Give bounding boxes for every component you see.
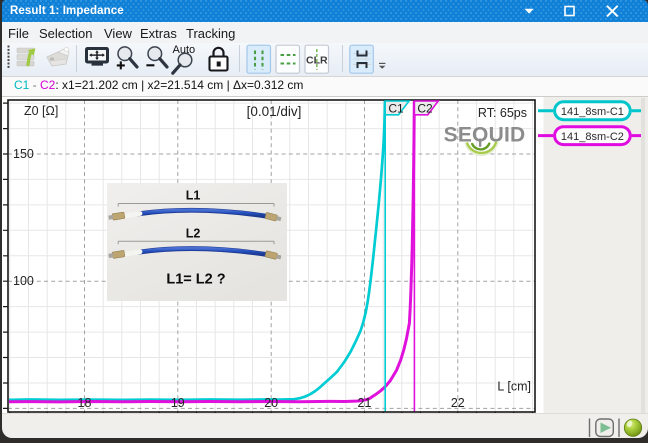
svg-text:141_8sm-C2: 141_8sm-C2	[561, 131, 624, 143]
svg-text:141_8sm-C1: 141_8sm-C1	[561, 106, 624, 118]
svg-text:L1: L1	[186, 188, 201, 202]
svg-text:L1= L2 ?: L1= L2 ?	[166, 272, 225, 288]
svg-text:19: 19	[171, 396, 185, 410]
svg-text:21: 21	[358, 396, 372, 410]
svg-text:C1: C1	[388, 101, 404, 115]
svg-text:18: 18	[78, 396, 92, 410]
svg-text:L2: L2	[186, 226, 201, 240]
svg-text:C2: C2	[417, 101, 433, 115]
svg-text:100: 100	[13, 274, 34, 288]
svg-text:20: 20	[264, 396, 278, 410]
svg-text:CLR: CLR	[306, 55, 328, 67]
svg-text:RT: 65ps: RT: 65ps	[478, 106, 527, 120]
svg-text:L [cm]: L [cm]	[497, 380, 531, 394]
svg-text:Z0 [Ω]: Z0 [Ω]	[24, 104, 58, 118]
svg-text:22: 22	[451, 396, 465, 410]
svg-text:SEOUID: SEOUID	[444, 124, 526, 147]
svg-text:[0.01/div]: [0.01/div]	[247, 104, 302, 119]
svg-text:150: 150	[13, 147, 34, 161]
